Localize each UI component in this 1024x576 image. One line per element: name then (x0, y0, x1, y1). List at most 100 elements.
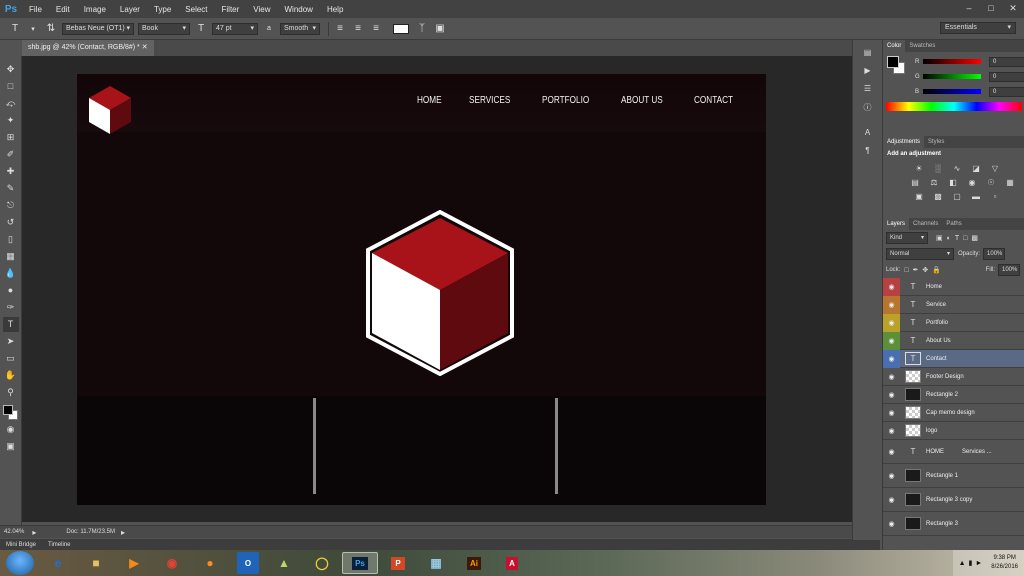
menu-layer[interactable]: Layer (113, 5, 147, 14)
notes-icon[interactable]: ▲ (266, 552, 302, 574)
quick-select-tool-icon[interactable]: ✦ (3, 113, 19, 128)
layer-kind-filter[interactable]: Kind ▾ (886, 232, 928, 244)
layer-row[interactable]: ◉ Rectangle 3 (883, 512, 1024, 536)
eye-icon[interactable]: ◉ (883, 313, 900, 332)
font-family-select[interactable]: Bebas Neue (OT1) ▾ (62, 22, 134, 35)
menu-window[interactable]: Window (278, 5, 320, 14)
align-center-icon[interactable]: ≡ (351, 23, 365, 34)
brush-tool-icon[interactable]: ✎ (3, 181, 19, 196)
character-icon[interactable]: A (860, 128, 876, 142)
hue-saturation-icon[interactable]: ▤ (909, 178, 921, 188)
folder-icon[interactable]: ■ (78, 552, 114, 574)
fill-field[interactable]: 100% (998, 264, 1020, 276)
layer-row[interactable]: ◉ Rectangle 3 copy (883, 488, 1024, 512)
chrome-icon[interactable]: ◉ (154, 552, 190, 574)
blue-value[interactable]: 0 (989, 86, 1024, 97)
outlook-icon[interactable]: O (237, 552, 259, 574)
menu-select[interactable]: Select (178, 5, 214, 14)
healing-brush-tool-icon[interactable]: ✚ (3, 164, 19, 179)
layer-row[interactable]: ◉ T About Us (883, 331, 1024, 350)
eye-icon[interactable]: ◉ (883, 331, 900, 350)
selective-color-icon[interactable]: ▫ (989, 192, 1001, 202)
black-white-icon[interactable]: ◧ (947, 178, 959, 188)
layer-row[interactable]: ◉ T Portfolio (883, 313, 1024, 332)
antialias-select[interactable]: Smooth ▾ (280, 22, 320, 35)
acrobat-icon[interactable]: A (494, 552, 530, 574)
levels-icon[interactable]: ░ (932, 164, 944, 174)
lasso-tool-icon[interactable]: ⤽ (3, 96, 19, 111)
blue-slider[interactable] (923, 89, 981, 94)
menu-image[interactable]: Image (77, 5, 113, 14)
maximize-icon[interactable]: □ (980, 0, 1002, 16)
hand-tool-icon[interactable]: ✋ (3, 368, 19, 383)
menu-help[interactable]: Help (320, 5, 350, 14)
color-spectrum[interactable] (886, 102, 1022, 111)
path-selection-tool-icon[interactable]: ➤ (3, 334, 19, 349)
tab-color[interactable]: Color (883, 40, 906, 52)
layer-filter-icons[interactable]: ▣◐T□▩ (936, 234, 982, 242)
zoom-level[interactable]: 42.04% (4, 529, 24, 535)
actions-icon[interactable]: ▶ (860, 66, 876, 80)
eye-icon[interactable]: ◉ (883, 404, 900, 422)
menu-view[interactable]: View (246, 5, 277, 14)
media-player-icon[interactable]: ▶ (116, 552, 152, 574)
align-left-icon[interactable]: ≡ (333, 23, 347, 34)
tab-styles[interactable]: Styles (924, 136, 948, 148)
opacity-field[interactable]: 100% (983, 248, 1006, 260)
screen-mode-icon[interactable]: ▣ (3, 439, 19, 454)
photoshop-taskbar-icon[interactable]: Ps (342, 552, 378, 574)
firefox-icon[interactable]: ● (192, 552, 228, 574)
document-tab[interactable]: shb.jpg @ 42% (Contact, RGB/8#) * ✕ (22, 40, 154, 56)
tab-layers[interactable]: Layers (883, 218, 910, 230)
eye-icon[interactable]: ◉ (883, 277, 900, 296)
history-brush-tool-icon[interactable]: ↺ (3, 215, 19, 230)
marquee-tool-icon[interactable]: □ (3, 79, 19, 94)
vibrance-icon[interactable]: ▽ (989, 164, 1001, 174)
stickies-icon[interactable]: ◯ (304, 552, 340, 574)
start-button[interactable] (6, 551, 34, 575)
layer-row[interactable]: ◉ T HOME Services ... (883, 440, 1024, 464)
menu-file[interactable]: File (22, 5, 49, 14)
menu-edit[interactable]: Edit (49, 5, 77, 14)
eyedropper-tool-icon[interactable]: ✐ (3, 147, 19, 162)
clone-stamp-tool-icon[interactable]: ⎋ (3, 198, 19, 213)
photo-filter-icon[interactable]: ◉ (966, 178, 978, 188)
history-icon[interactable]: ▤ (860, 48, 876, 62)
blend-mode-select[interactable]: Normal ▾ (886, 248, 954, 260)
zoom-tool-icon[interactable]: ⚲ (3, 385, 19, 400)
dodge-tool-icon[interactable]: ● (3, 283, 19, 298)
nav-home[interactable]: HOME (417, 95, 442, 106)
eye-icon[interactable]: ◉ (883, 386, 900, 404)
curves-icon[interactable]: ∿ (951, 164, 963, 174)
warp-text-icon[interactable]: ᛉ (415, 23, 429, 34)
gradient-map-icon[interactable]: ▬ (970, 192, 982, 202)
exposure-icon[interactable]: ◪ (970, 164, 982, 174)
paragraph-icon[interactable]: ¶ (860, 146, 876, 160)
brightness-icon[interactable]: ☀ (913, 164, 925, 174)
layer-row[interactable]: ◉ logo (883, 422, 1024, 440)
tab-mini-bridge[interactable]: Mini Bridge (0, 542, 42, 548)
minimize-icon[interactable]: – (958, 0, 980, 16)
eye-icon[interactable]: ◉ (883, 368, 900, 386)
blur-tool-icon[interactable]: 💧 (3, 266, 19, 281)
eye-icon[interactable]: ◉ (883, 443, 900, 461)
tab-paths[interactable]: Paths (942, 218, 965, 230)
eye-icon[interactable]: ◉ (883, 515, 900, 533)
properties-icon[interactable]: ☰ (860, 84, 876, 98)
type-tool-icon[interactable]: T (2, 317, 19, 332)
tab-swatches[interactable]: Swatches (905, 40, 939, 52)
nav-services[interactable]: SERVICES (469, 95, 510, 106)
clock[interactable]: 9:38 PM 8/26/2016 (991, 554, 1018, 572)
color-swatches[interactable] (2, 404, 20, 422)
illustrator-icon[interactable]: Ai (456, 552, 492, 574)
tab-timeline[interactable]: Timeline (42, 542, 76, 548)
red-value[interactable]: 0 (989, 56, 1024, 67)
rectangle-tool-icon[interactable]: ▭ (3, 351, 19, 366)
eye-icon[interactable]: ◉ (883, 349, 900, 368)
menu-filter[interactable]: Filter (215, 5, 247, 14)
type-tool-icon[interactable]: T (8, 23, 22, 34)
layer-row[interactable]: ◉ Cap memo design (883, 404, 1024, 422)
nav-contact[interactable]: CONTACT (694, 95, 733, 106)
eye-icon[interactable]: ◉ (883, 491, 900, 509)
layer-row[interactable]: ◉ Rectangle 2 (883, 386, 1024, 404)
